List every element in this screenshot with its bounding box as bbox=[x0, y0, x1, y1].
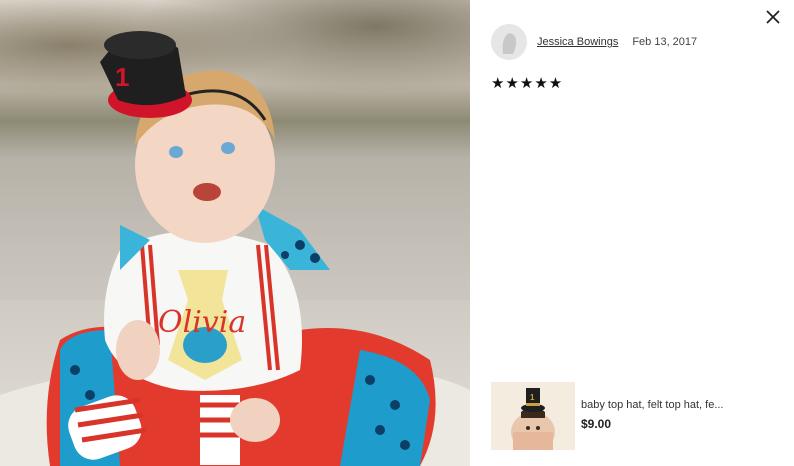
product-title-link[interactable]: baby top hat, felt top hat, fe... bbox=[581, 399, 723, 411]
product-card[interactable]: 1 baby top hat, felt top hat, fe... $9.0… bbox=[491, 382, 761, 450]
product-info: baby top hat, felt top hat, fe... $9.00 bbox=[581, 382, 723, 450]
review-photo: Olivia 1 bbox=[0, 0, 470, 466]
reviewer-name-link[interactable]: Jessica Bowings bbox=[537, 36, 618, 48]
hat-number-text: 1 bbox=[115, 62, 129, 92]
product-thumbnail-image: 1 bbox=[491, 382, 575, 450]
baby-illustration: Olivia 1 bbox=[0, 31, 470, 466]
product-price: $9.00 bbox=[581, 417, 612, 431]
avatar-placeholder-icon bbox=[491, 24, 527, 60]
close-icon bbox=[766, 10, 780, 24]
product-thumbnail[interactable]: 1 bbox=[491, 382, 575, 450]
thumbnail-hat-number: 1 bbox=[530, 393, 535, 402]
avatar bbox=[491, 24, 527, 60]
reviewer-row: Jessica Bowings Feb 13, 2017 bbox=[491, 24, 771, 60]
shirt-name-text: Olivia bbox=[158, 305, 246, 340]
star-rating: ★★★★★ bbox=[491, 75, 564, 92]
review-date: Feb 13, 2017 bbox=[632, 36, 698, 48]
review-panel: Jessica Bowings Feb 13, 2017 ★★★★★ bbox=[491, 24, 771, 92]
